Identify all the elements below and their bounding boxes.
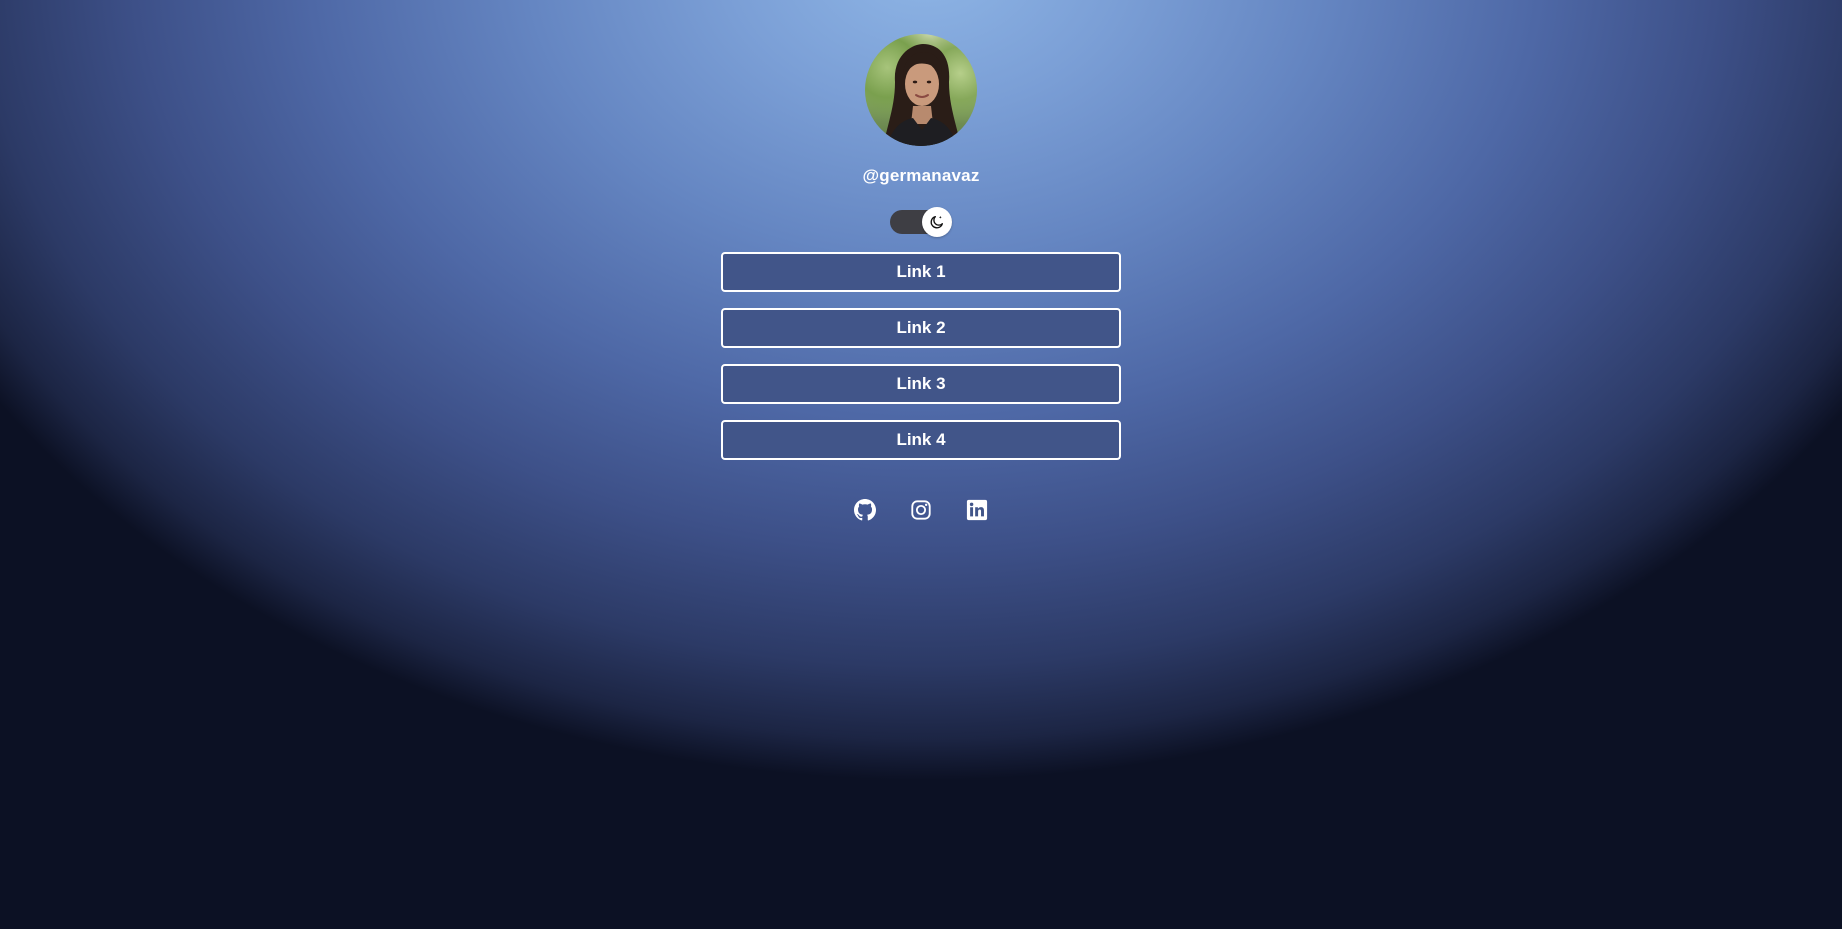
github-icon [854,499,876,521]
linkedin-icon [966,499,988,521]
theme-toggle-knob[interactable] [922,207,952,237]
linkedin-link[interactable] [965,498,989,522]
instagram-link[interactable] [909,498,933,522]
instagram-icon [911,500,931,520]
link-button-3[interactable]: Link 3 [721,364,1121,404]
avatar [865,34,977,146]
username: @germanavaz [862,166,980,185]
avatar-photo-icon [883,44,961,146]
theme-toggle[interactable] [890,207,952,237]
link-button-1[interactable]: Link 1 [721,252,1121,292]
profile-card: @germanavaz Link 1 Link 2 Link 3 Link 4 [0,0,1842,522]
link-button-2[interactable]: Link 2 [721,308,1121,348]
link-button-4[interactable]: Link 4 [721,420,1121,460]
social-links [853,498,989,522]
github-link[interactable] [853,498,877,522]
moon-icon [930,216,943,229]
link-list: Link 1 Link 2 Link 3 Link 4 [721,252,1121,460]
